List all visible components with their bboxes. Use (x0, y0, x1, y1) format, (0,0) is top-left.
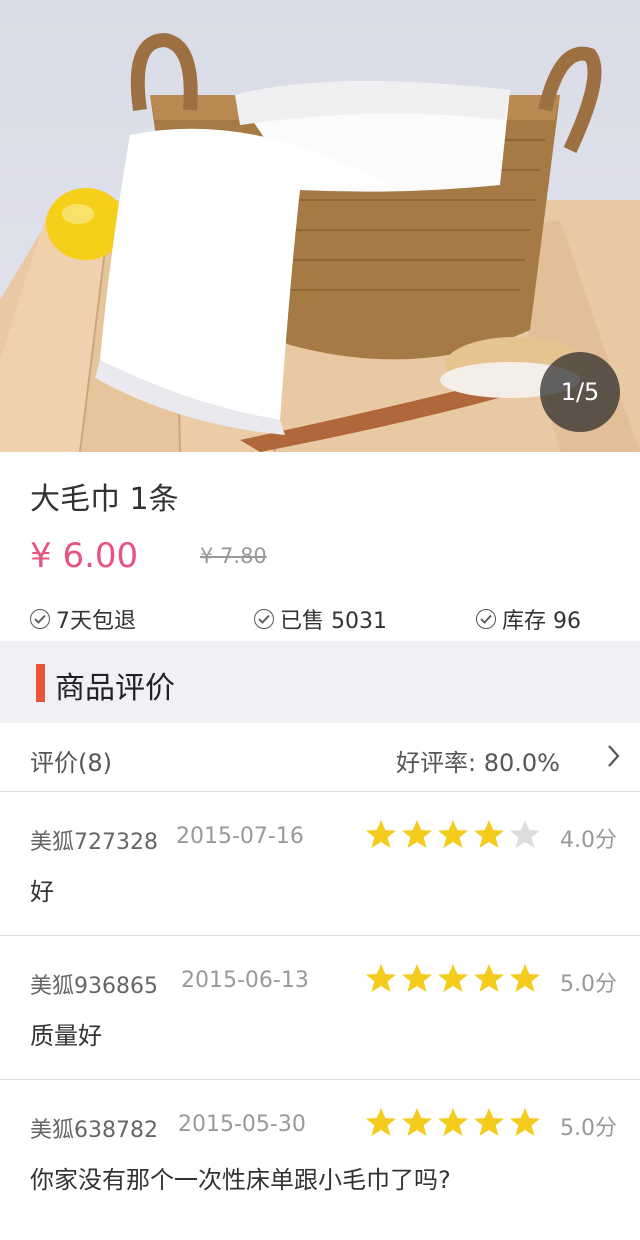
reviews-section-title: 商品评价 (55, 671, 175, 706)
guarantee-return-label: 7天包退 (56, 609, 136, 634)
review-item: 美狐638782 2015-05-30 5.0分 你家没有那个一次性床单跟小毛巾… (0, 1080, 640, 1223)
star-filled-icon (510, 964, 540, 992)
star-filled-icon (402, 1108, 432, 1136)
check-circle-icon (476, 609, 496, 629)
review-date: 2015-05-30 (178, 1112, 306, 1137)
star-filled-icon (366, 964, 396, 992)
check-circle-icon (254, 609, 274, 629)
image-page-indicator: 1/5 (540, 352, 620, 432)
reviewer-name: 美狐638782 (30, 1118, 158, 1143)
guarantee-sold: 已售 5031 (254, 604, 387, 634)
check-circle-icon (30, 609, 50, 629)
guarantee-sold-label: 已售 5031 (280, 609, 387, 634)
star-filled-icon (438, 1108, 468, 1136)
star-filled-icon (438, 964, 468, 992)
reviewer-name: 美狐727328 (30, 830, 158, 855)
reviews-summary-row[interactable]: 评价(8) 好评率: 80.0% (0, 723, 640, 792)
star-empty-icon (510, 820, 540, 848)
product-title: 大毛巾 1条 (30, 482, 179, 517)
guarantee-stock: 库存 96 (476, 604, 581, 634)
positive-rate: 好评率: 80.0% (396, 749, 560, 777)
section-accent-bar (36, 664, 45, 702)
rating-stars (364, 962, 542, 996)
star-filled-icon (366, 820, 396, 848)
star-filled-icon (474, 1108, 504, 1136)
product-image-carousel[interactable]: 1/5 (0, 0, 640, 452)
star-filled-icon (510, 1108, 540, 1136)
review-date: 2015-07-16 (176, 824, 304, 849)
original-price: ¥ 7.80 (200, 544, 267, 568)
review-comment: 你家没有那个一次性床单跟小毛巾了吗? (30, 1166, 451, 1194)
star-filled-icon (438, 820, 468, 848)
rating-stars (364, 1106, 542, 1140)
review-comment: 好 (30, 878, 54, 906)
product-price: ¥ 6.00 (30, 536, 139, 576)
rating-score: 5.0分 (560, 972, 617, 997)
rating-stars (364, 818, 542, 852)
star-filled-icon (474, 964, 504, 992)
review-item: 美狐936865 2015-06-13 5.0分 质量好 (0, 936, 640, 1080)
star-filled-icon (474, 820, 504, 848)
review-item: 美狐727328 2015-07-16 4.0分 好 (0, 792, 640, 936)
star-filled-icon (402, 964, 432, 992)
chevron-right-icon (608, 745, 620, 767)
star-filled-icon (366, 1108, 396, 1136)
review-count: 评价(8) (30, 749, 112, 777)
review-comment: 质量好 (30, 1022, 102, 1050)
rating-score: 5.0分 (560, 1116, 617, 1141)
guarantee-return: 7天包退 (30, 604, 136, 634)
reviewer-name: 美狐936865 (30, 974, 158, 999)
guarantee-stock-label: 库存 96 (502, 609, 581, 634)
rating-score: 4.0分 (560, 828, 617, 853)
review-date: 2015-06-13 (181, 968, 309, 993)
star-filled-icon (402, 820, 432, 848)
reviews-section-header: 商品评价 (0, 641, 640, 723)
